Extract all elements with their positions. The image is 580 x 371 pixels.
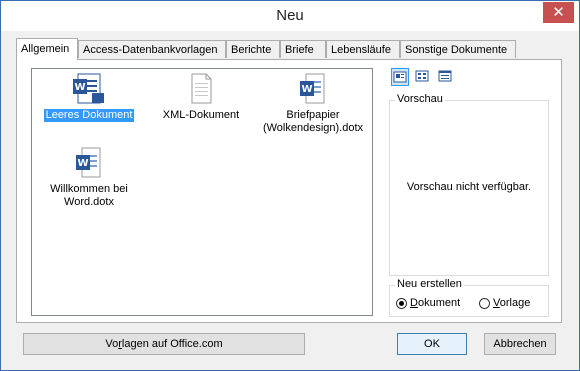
template-label: Briefpapier xyxy=(286,109,340,121)
templates-office-button[interactable]: Vorlagen auf Office.com xyxy=(23,333,305,355)
word-template-icon: W xyxy=(300,73,325,104)
template-item-leeres-dokument[interactable]: W Leeres Dokument xyxy=(29,73,149,122)
word-template-icon: W xyxy=(76,147,101,178)
svg-text:W: W xyxy=(77,158,88,169)
cancel-label: Abbrechen xyxy=(493,338,547,350)
tab-label: Access-Datenbankvorlagen xyxy=(83,44,218,56)
tab-sonstige-dokumente[interactable]: Sonstige Dokumente xyxy=(400,40,516,58)
template-item-xml-dokument[interactable]: XML-Dokument xyxy=(141,73,261,122)
preview-legend: Vorschau xyxy=(395,93,445,105)
radio-vorlage[interactable]: Vorlage xyxy=(479,297,530,309)
template-item-briefpapier[interactable]: W Briefpapier (Wolkendesign).dotx xyxy=(253,73,373,135)
create-new-legend: Neu erstellen xyxy=(395,278,464,290)
template-list[interactable]: W Leeres Dokument XML-Dokument W Briefpa… xyxy=(31,68,373,316)
details-view-icon xyxy=(438,70,452,82)
radio-dokument-indicator[interactable] xyxy=(396,297,407,309)
template-label: (Wolkendesign).dotx xyxy=(262,122,364,134)
svg-text:W: W xyxy=(74,82,85,93)
radio-dokument[interactable]: Dokument xyxy=(396,297,460,309)
tab-label: Berichte xyxy=(231,44,272,56)
template-label: Word.dotx xyxy=(64,196,114,208)
preview-message: Vorschau nicht verfügbar. xyxy=(406,181,532,193)
ok-button[interactable]: OK xyxy=(397,333,467,355)
radio-dokument-label: Dokument xyxy=(410,297,461,309)
details-view-button[interactable] xyxy=(437,68,455,86)
create-new-group: Neu erstellen Dokument Vorlage xyxy=(389,278,549,317)
cancel-button[interactable]: Abbrechen xyxy=(484,333,556,355)
word-blank-document-icon: W xyxy=(73,73,104,104)
radio-vorlage-indicator[interactable] xyxy=(479,297,490,309)
template-item-willkommen[interactable]: W Willkommen bei Word.dotx xyxy=(29,147,149,209)
template-label: Willkommen bei xyxy=(50,183,128,195)
templates-office-label: Vorlagen auf Office.com xyxy=(105,338,223,350)
tab-lebenslaeufe[interactable]: Lebensläufe xyxy=(326,40,400,58)
tab-berichte[interactable]: Berichte xyxy=(226,40,280,58)
tab-briefe[interactable]: Briefe xyxy=(280,40,326,58)
list-view-button[interactable] xyxy=(414,68,432,86)
preview-group: Vorschau Vorschau nicht verfügbar. xyxy=(389,93,549,276)
template-label: XML-Dokument xyxy=(162,109,240,121)
tab-label: Sonstige Dokumente xyxy=(405,44,508,56)
template-label: Leeres Dokument xyxy=(43,109,135,122)
large-icons-view-icon xyxy=(393,71,407,83)
close-icon: ✕ xyxy=(552,4,565,21)
svg-text:W: W xyxy=(301,84,312,95)
close-button[interactable]: ✕ xyxy=(543,2,574,23)
tab-label: Lebensläufe xyxy=(331,44,391,56)
radio-vorlage-label: Vorlage xyxy=(493,297,531,309)
tab-label: Briefe xyxy=(285,44,314,56)
large-icons-view-button[interactable] xyxy=(391,68,409,86)
ok-label: OK xyxy=(424,338,440,350)
tab-allgemein[interactable]: Allgemein xyxy=(16,38,78,60)
dialog-title: Neu xyxy=(276,7,304,24)
tab-label: Allgemein xyxy=(21,43,70,55)
tab-access-datenbankvorlagen[interactable]: Access-Datenbankvorlagen xyxy=(78,40,226,58)
title-bar[interactable]: Neu ✕ xyxy=(1,1,579,31)
list-view-icon xyxy=(415,70,429,82)
xml-document-icon xyxy=(191,73,212,104)
